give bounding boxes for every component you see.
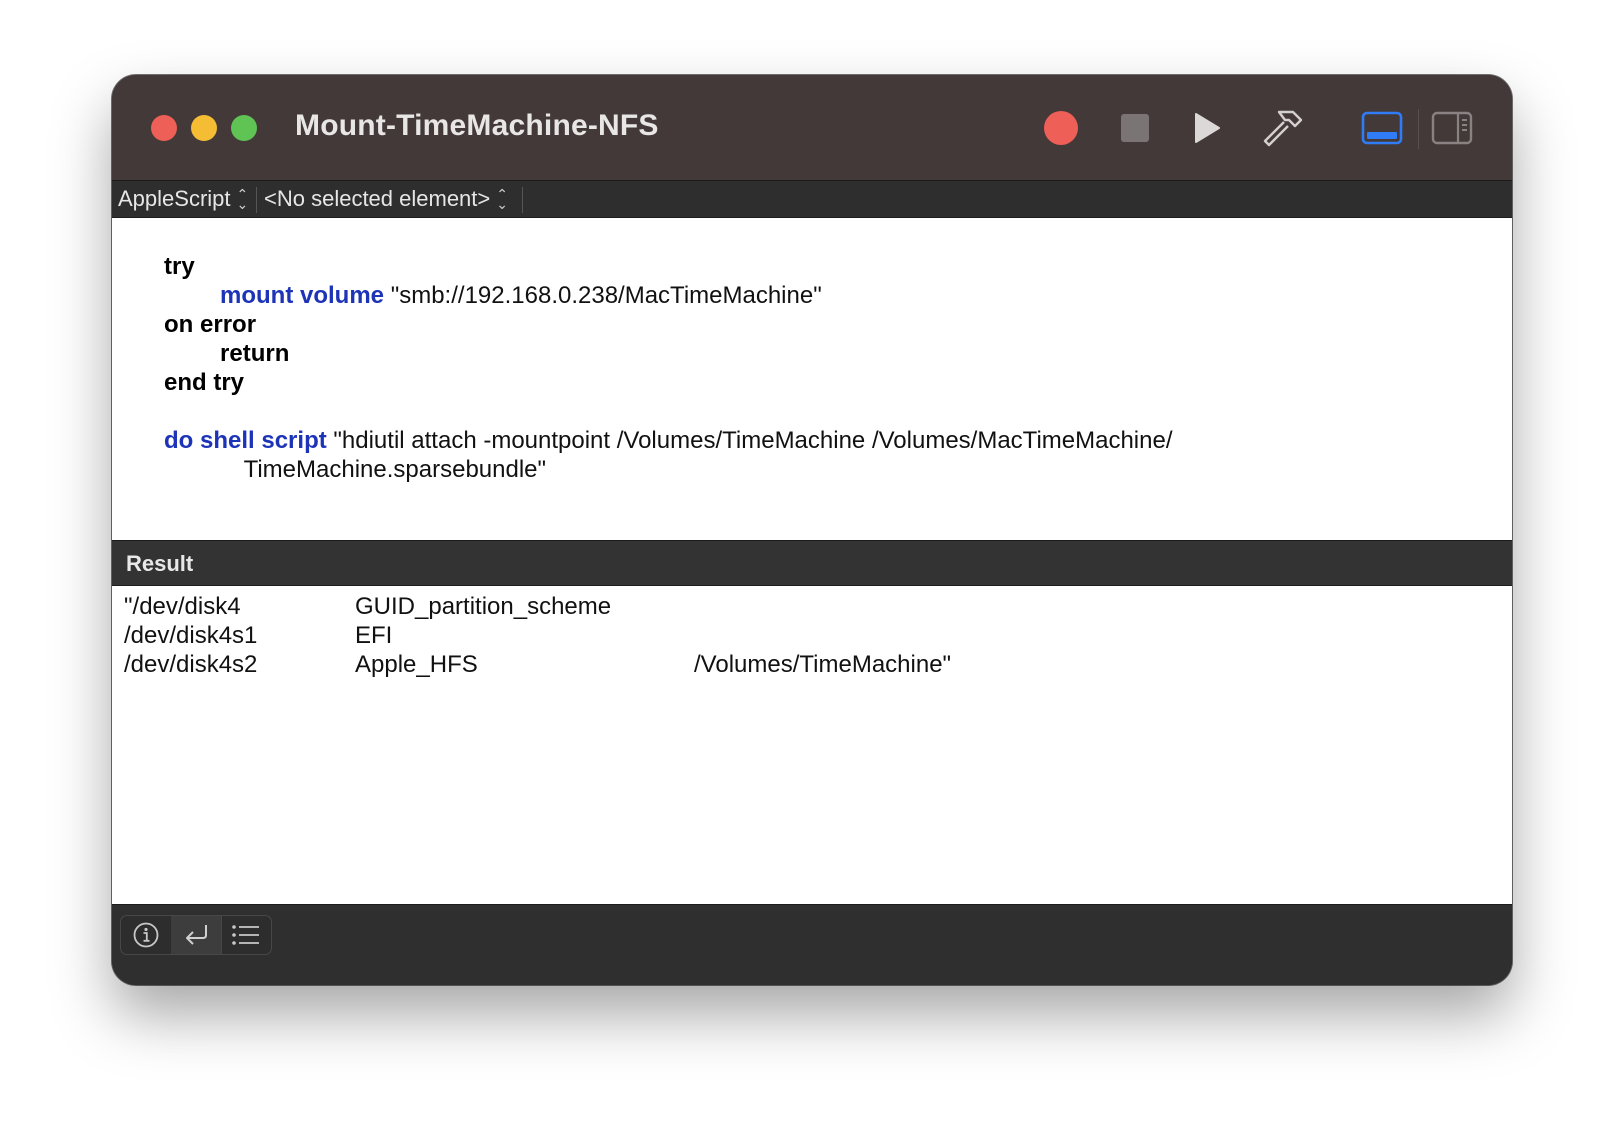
script-editor[interactable]: try mount volume "smb://192.168.0.238/Ma… (112, 218, 1512, 540)
run-button[interactable] (1182, 105, 1232, 151)
show-result-button[interactable] (171, 916, 221, 954)
minimize-window-button[interactable] (191, 115, 217, 141)
result-header: Result (112, 540, 1512, 586)
record-icon (1044, 111, 1078, 145)
result-cell: EFI (355, 622, 393, 649)
show-bottom-pane-button[interactable] (1352, 105, 1412, 151)
view-segmented-control (120, 915, 272, 955)
result-cell: GUID_partition_scheme (355, 593, 612, 620)
language-label: AppleScript (118, 186, 231, 211)
title-bar: Mount-TimeMachine-NFS (112, 75, 1512, 180)
result-cell: Apple_HFS (355, 651, 478, 678)
result-row: "/dev/disk4 GUID_partition_scheme (124, 592, 1504, 622)
show-log-button[interactable] (221, 916, 271, 954)
result-row: /dev/disk4s1 EFI (124, 621, 1504, 651)
bottom-bar (112, 904, 1512, 985)
reply-icon (186, 925, 207, 945)
show-sidebar-icon (1431, 111, 1473, 145)
show-sidebar-button[interactable] (1422, 105, 1482, 151)
result-cell: "/dev/disk4 (124, 593, 241, 620)
result-cell: /Volumes/TimeMachine" (694, 651, 952, 678)
window-title: Mount-TimeMachine-NFS (295, 109, 659, 142)
nav-divider (522, 187, 523, 213)
navigation-bar: AppleScript ⌃ ⌄ <No selected element> ⌃ ⌄ (112, 180, 1512, 218)
chevron-updown-icon: ⌃ ⌄ (496, 186, 508, 212)
toolbar-separator (1418, 109, 1419, 149)
show-bottom-pane-icon (1361, 111, 1403, 145)
result-cell: /dev/disk4s2 (124, 651, 258, 678)
result-label: Result (126, 551, 194, 576)
accessory-info-button[interactable] (121, 916, 171, 954)
zoom-window-button[interactable] (231, 115, 257, 141)
close-window-button[interactable] (151, 115, 177, 141)
chevron-updown-icon: ⌃ ⌄ (236, 186, 249, 212)
compile-button[interactable] (1252, 105, 1312, 151)
hammer-icon (1263, 110, 1303, 147)
list-icon (232, 925, 259, 945)
stop-button[interactable] (1112, 105, 1158, 151)
code-line: TimeMachine.sparsebundle" (204, 425, 546, 515)
result-cell: /dev/disk4s1 (124, 622, 258, 649)
record-button[interactable] (1038, 105, 1084, 151)
result-pane[interactable]: "/dev/disk4 GUID_partition_scheme /dev/d… (112, 586, 1512, 904)
stop-icon (1121, 114, 1149, 142)
element-popup[interactable]: <No selected element> ⌃ ⌄ (258, 184, 512, 214)
element-label: <No selected element> (264, 186, 491, 211)
language-popup[interactable]: AppleScript ⌃ ⌄ (112, 184, 253, 214)
string-literal: "smb://192.168.0.238/MacTimeMachine" (384, 282, 822, 309)
string-literal: TimeMachine.sparsebundle" (243, 456, 547, 483)
run-icon (1195, 113, 1220, 143)
script-editor-window: Mount-TimeMachine-NFS AppleScript ⌃ ⌄ <N… (112, 75, 1512, 985)
keyword: end try (164, 369, 245, 396)
nav-divider (256, 187, 257, 213)
info-icon (133, 922, 159, 948)
result-row: /dev/disk4s2 Apple_HFS /Volumes/TimeMach… (124, 650, 1504, 680)
